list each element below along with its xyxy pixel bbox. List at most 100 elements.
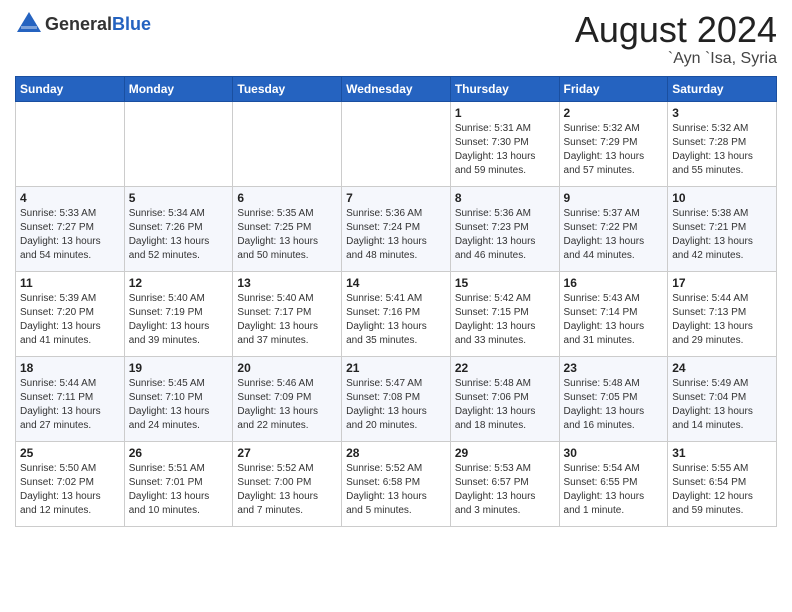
day-info: Sunrise: 5:52 AMSunset: 6:58 PMDaylight:… bbox=[346, 462, 446, 518]
table-row: 28 Sunrise: 5:52 AMSunset: 6:58 PMDayligh… bbox=[342, 441, 451, 526]
day-number: 9 bbox=[564, 191, 664, 205]
table-row: 15 Sunrise: 5:42 AMSunset: 7:15 PMDayligh… bbox=[450, 271, 559, 356]
table-row: 18 Sunrise: 5:44 AMSunset: 7:11 PMDayligh… bbox=[16, 356, 125, 441]
day-number: 26 bbox=[129, 446, 229, 460]
week-row-4: 18 Sunrise: 5:44 AMSunset: 7:11 PMDayligh… bbox=[16, 356, 777, 441]
table-row: 31 Sunrise: 5:55 AMSunset: 6:54 PMDayligh… bbox=[668, 441, 777, 526]
table-row: 27Sunrise: 5:52 AMSunset: 7:00 PMDayligh… bbox=[233, 441, 342, 526]
page: GeneralBlue August 2024 `Ayn `Isa, Syria… bbox=[0, 0, 792, 612]
day-number: 29 bbox=[455, 446, 555, 460]
day-number: 11 bbox=[20, 276, 120, 290]
day-info: Sunrise: 5:50 AMSunset: 7:02 PMDaylight:… bbox=[20, 462, 120, 518]
table-row: 3 Sunrise: 5:32 AMSunset: 7:28 PMDaylight… bbox=[668, 101, 777, 186]
table-row bbox=[124, 101, 233, 186]
day-number: 23 bbox=[564, 361, 664, 375]
day-info: Sunrise: 5:41 AMSunset: 7:16 PMDaylight:… bbox=[346, 292, 446, 348]
day-info: Sunrise: 5:48 AMSunset: 7:05 PMDaylight:… bbox=[564, 377, 664, 433]
table-row: 11Sunrise: 5:39 AMSunset: 7:20 PMDayligh… bbox=[16, 271, 125, 356]
table-row: 26 Sunrise: 5:51 AMSunset: 7:01 PMDayligh… bbox=[124, 441, 233, 526]
day-number: 22 bbox=[455, 361, 555, 375]
table-row: 25 Sunrise: 5:50 AMSunset: 7:02 PMDayligh… bbox=[16, 441, 125, 526]
day-info: Sunrise: 5:31 AMSunset: 7:30 PMDaylight:… bbox=[455, 122, 555, 178]
table-row: 7 Sunrise: 5:36 AMSunset: 7:24 PMDaylight… bbox=[342, 186, 451, 271]
day-number: 2 bbox=[564, 106, 664, 120]
day-number: 10 bbox=[672, 191, 772, 205]
day-info: Sunrise: 5:42 AMSunset: 7:15 PMDaylight:… bbox=[455, 292, 555, 348]
day-number: 5 bbox=[129, 191, 229, 205]
day-number: 7 bbox=[346, 191, 446, 205]
table-row bbox=[233, 101, 342, 186]
day-info: Sunrise: 5:36 AMSunset: 7:24 PMDaylight:… bbox=[346, 207, 446, 263]
table-row: 12Sunrise: 5:40 AMSunset: 7:19 PMDayligh… bbox=[124, 271, 233, 356]
table-row: 19 Sunrise: 5:45 AMSunset: 7:10 PMDayligh… bbox=[124, 356, 233, 441]
day-number: 21 bbox=[346, 361, 446, 375]
day-number: 3 bbox=[672, 106, 772, 120]
day-info: Sunrise: 5:35 AMSunset: 7:25 PMDaylight:… bbox=[237, 207, 337, 263]
day-number: 18 bbox=[20, 361, 120, 375]
day-number: 30 bbox=[564, 446, 664, 460]
day-info: Sunrise: 5:40 AMSunset: 7:17 PMDaylight:… bbox=[237, 292, 337, 348]
day-info: Sunrise: 5:53 AMSunset: 6:57 PMDaylight:… bbox=[455, 462, 555, 518]
location: `Ayn `Isa, Syria bbox=[575, 50, 777, 68]
day-number: 4 bbox=[20, 191, 120, 205]
calendar: Sunday Monday Tuesday Wednesday Thursday… bbox=[15, 76, 777, 527]
day-info: Sunrise: 5:37 AMSunset: 7:22 PMDaylight:… bbox=[564, 207, 664, 263]
table-row: 6 Sunrise: 5:35 AMSunset: 7:25 PMDaylight… bbox=[233, 186, 342, 271]
day-info: Sunrise: 5:34 AMSunset: 7:26 PMDaylight:… bbox=[129, 207, 229, 263]
week-row-1: 1Sunrise: 5:31 AMSunset: 7:30 PMDaylight… bbox=[16, 101, 777, 186]
col-friday: Friday bbox=[559, 76, 668, 101]
day-number: 25 bbox=[20, 446, 120, 460]
day-number: 24 bbox=[672, 361, 772, 375]
day-number: 19 bbox=[129, 361, 229, 375]
col-sunday: Sunday bbox=[16, 76, 125, 101]
day-info: Sunrise: 5:55 AMSunset: 6:54 PMDaylight:… bbox=[672, 462, 772, 518]
logo-text: GeneralBlue bbox=[45, 14, 151, 35]
table-row: 14 Sunrise: 5:41 AMSunset: 7:16 PMDayligh… bbox=[342, 271, 451, 356]
table-row: 1Sunrise: 5:31 AMSunset: 7:30 PMDaylight… bbox=[450, 101, 559, 186]
day-info: Sunrise: 5:54 AMSunset: 6:55 PMDaylight:… bbox=[564, 462, 664, 518]
table-row: 29 Sunrise: 5:53 AMSunset: 6:57 PMDayligh… bbox=[450, 441, 559, 526]
day-info: Sunrise: 5:46 AMSunset: 7:09 PMDaylight:… bbox=[237, 377, 337, 433]
day-number: 15 bbox=[455, 276, 555, 290]
day-number: 6 bbox=[237, 191, 337, 205]
logo-icon bbox=[15, 10, 43, 38]
col-saturday: Saturday bbox=[668, 76, 777, 101]
day-info: Sunrise: 5:33 AMSunset: 7:27 PMDaylight:… bbox=[20, 207, 120, 263]
logo-general: General bbox=[45, 14, 112, 34]
month-year: August 2024 bbox=[575, 10, 777, 50]
day-info: Sunrise: 5:49 AMSunset: 7:04 PMDaylight:… bbox=[672, 377, 772, 433]
table-row: 2 Sunrise: 5:32 AMSunset: 7:29 PMDaylight… bbox=[559, 101, 668, 186]
col-tuesday: Tuesday bbox=[233, 76, 342, 101]
day-number: 27 bbox=[237, 446, 337, 460]
day-info: Sunrise: 5:36 AMSunset: 7:23 PMDaylight:… bbox=[455, 207, 555, 263]
day-info: Sunrise: 5:47 AMSunset: 7:08 PMDaylight:… bbox=[346, 377, 446, 433]
day-number: 14 bbox=[346, 276, 446, 290]
table-row: 17Sunrise: 5:44 AMSunset: 7:13 PMDayligh… bbox=[668, 271, 777, 356]
day-info: Sunrise: 5:51 AMSunset: 7:01 PMDaylight:… bbox=[129, 462, 229, 518]
day-info: Sunrise: 5:44 AMSunset: 7:13 PMDaylight:… bbox=[672, 292, 772, 348]
header: GeneralBlue August 2024 `Ayn `Isa, Syria bbox=[15, 10, 777, 68]
table-row: 21 Sunrise: 5:47 AMSunset: 7:08 PMDayligh… bbox=[342, 356, 451, 441]
week-row-3: 11Sunrise: 5:39 AMSunset: 7:20 PMDayligh… bbox=[16, 271, 777, 356]
week-row-2: 4 Sunrise: 5:33 AMSunset: 7:27 PMDaylight… bbox=[16, 186, 777, 271]
table-row: 8 Sunrise: 5:36 AMSunset: 7:23 PMDaylight… bbox=[450, 186, 559, 271]
day-number: 8 bbox=[455, 191, 555, 205]
day-number: 20 bbox=[237, 361, 337, 375]
col-wednesday: Wednesday bbox=[342, 76, 451, 101]
table-row: 4 Sunrise: 5:33 AMSunset: 7:27 PMDaylight… bbox=[16, 186, 125, 271]
table-row: 22 Sunrise: 5:48 AMSunset: 7:06 PMDayligh… bbox=[450, 356, 559, 441]
title-area: August 2024 `Ayn `Isa, Syria bbox=[575, 10, 777, 68]
day-info: Sunrise: 5:48 AMSunset: 7:06 PMDaylight:… bbox=[455, 377, 555, 433]
day-number: 12 bbox=[129, 276, 229, 290]
day-info: Sunrise: 5:45 AMSunset: 7:10 PMDaylight:… bbox=[129, 377, 229, 433]
day-number: 28 bbox=[346, 446, 446, 460]
table-row: 30 Sunrise: 5:54 AMSunset: 6:55 PMDayligh… bbox=[559, 441, 668, 526]
day-info: Sunrise: 5:32 AMSunset: 7:29 PMDaylight:… bbox=[564, 122, 664, 178]
table-row bbox=[342, 101, 451, 186]
day-info: Sunrise: 5:44 AMSunset: 7:11 PMDaylight:… bbox=[20, 377, 120, 433]
table-row: 24 Sunrise: 5:49 AMSunset: 7:04 PMDayligh… bbox=[668, 356, 777, 441]
table-row: 16Sunrise: 5:43 AMSunset: 7:14 PMDayligh… bbox=[559, 271, 668, 356]
day-number: 31 bbox=[672, 446, 772, 460]
day-info: Sunrise: 5:32 AMSunset: 7:28 PMDaylight:… bbox=[672, 122, 772, 178]
col-monday: Monday bbox=[124, 76, 233, 101]
